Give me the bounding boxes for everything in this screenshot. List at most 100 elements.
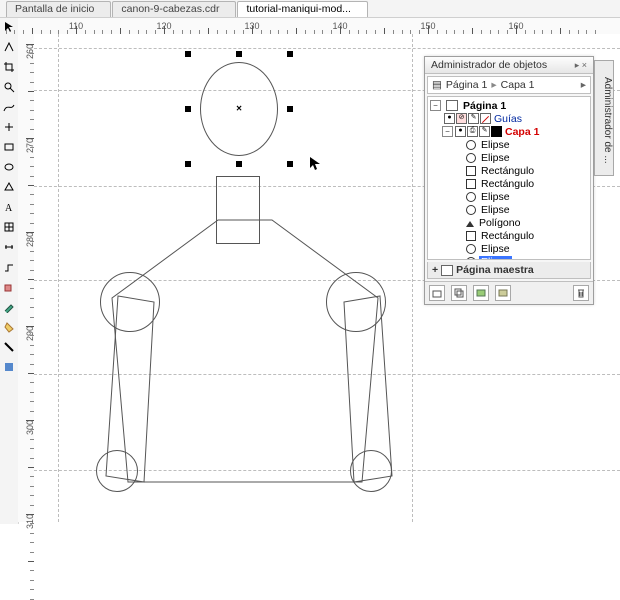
new-master-layer-button[interactable] — [451, 285, 467, 301]
interactive-fill-tool[interactable] — [2, 360, 16, 374]
guide-horizontal[interactable] — [34, 48, 620, 49]
delete-button[interactable] — [573, 285, 589, 301]
selection-handle[interactable] — [185, 161, 191, 167]
tree-object-label: Rectángulo — [479, 178, 536, 190]
fill-tool[interactable] — [2, 320, 16, 334]
docker-close-icon[interactable]: ▸ × — [575, 60, 587, 71]
ellipse-icon — [466, 140, 476, 150]
tree-object-label: Elipse — [479, 204, 512, 216]
selection-handle[interactable] — [236, 51, 242, 57]
printable-icon[interactable]: ⎙ — [467, 126, 478, 137]
tree-toggle-icon[interactable]: − — [442, 126, 453, 137]
tree-object[interactable]: Elipse — [428, 203, 590, 216]
tree-object[interactable]: Elipse — [428, 255, 590, 260]
outline-tool[interactable] — [2, 340, 16, 354]
rectangle-tool[interactable] — [2, 140, 16, 154]
printable-icon[interactable]: ⊘ — [456, 113, 467, 124]
tree-toggle-icon[interactable]: − — [430, 100, 441, 111]
selection-handle[interactable] — [287, 51, 293, 57]
connector-tool[interactable] — [2, 260, 16, 274]
tree-layer-guides[interactable]: ● ⊘ ✎ Guías — [428, 112, 590, 125]
shape-ellipse-left-elbow[interactable] — [96, 450, 138, 492]
tree-object-label: Elipse — [479, 139, 512, 151]
shape-ellipse-right-elbow[interactable] — [350, 450, 392, 492]
rectangle-icon — [466, 231, 476, 241]
docker-title-bar[interactable]: Administrador de objetos ▸ × — [425, 57, 593, 74]
tree-object[interactable]: Elipse — [428, 151, 590, 164]
tab-tutorial[interactable]: tutorial-maniqui-mod... — [237, 1, 367, 17]
layer-options-button[interactable] — [473, 285, 489, 301]
tree-object[interactable]: Rectángulo — [428, 229, 590, 242]
tree-object[interactable]: Elipse — [428, 190, 590, 203]
ellipse-icon — [466, 257, 476, 261]
smart-tool[interactable] — [2, 120, 16, 134]
selection-handle[interactable] — [236, 161, 242, 167]
effects-tool[interactable] — [2, 280, 16, 294]
tree-object[interactable]: Elipse — [428, 242, 590, 255]
table-tool[interactable] — [2, 220, 16, 234]
layer-color-icon[interactable] — [480, 113, 491, 124]
breadcrumb-separator: ▸ — [491, 79, 496, 91]
breadcrumb-page: Página 1 — [446, 79, 487, 91]
mouse-cursor-icon — [309, 156, 323, 172]
shape-ellipse-head[interactable] — [200, 62, 278, 156]
tree-toggle-icon[interactable]: + — [432, 264, 438, 276]
tree-page-label: Página 1 — [461, 100, 508, 112]
editable-icon[interactable]: ✎ — [479, 126, 490, 137]
tree-object-label: Elipse — [479, 191, 512, 203]
ruler-label: 120 — [156, 21, 171, 31]
ruler-horizontal: 100110120130140150160 — [18, 18, 620, 35]
ruler-vertical: 260270280290300310 — [18, 34, 35, 522]
ellipse-tool[interactable] — [2, 160, 16, 174]
crop-tool[interactable] — [2, 60, 16, 74]
ellipse-icon — [466, 205, 476, 215]
text-tool[interactable]: A — [2, 200, 16, 214]
zoom-tool[interactable] — [2, 80, 16, 94]
tree-layer-capa1[interactable]: − ● ⎙ ✎ Capa 1 — [428, 125, 590, 138]
tree-master-page[interactable]: + Página maestra — [427, 262, 591, 279]
docker-side-tab[interactable]: Administrador de ... — [594, 60, 614, 176]
tree-master-page-label: Página maestra — [456, 264, 534, 276]
tree-object[interactable]: Rectángulo — [428, 164, 590, 177]
tree-page[interactable]: − Página 1 — [428, 99, 590, 112]
tree-object[interactable]: Rectángulo — [428, 177, 590, 190]
tree-object-label: Polígono — [477, 217, 522, 229]
polygon-tool[interactable] — [2, 180, 16, 194]
ruler-label: 160 — [508, 21, 523, 31]
tree-object-label: Rectángulo — [479, 230, 536, 242]
layer-more-button[interactable] — [495, 285, 511, 301]
svg-text:A: A — [5, 203, 13, 213]
visibility-icon[interactable]: ● — [444, 113, 455, 124]
eyedropper-tool[interactable] — [2, 300, 16, 314]
tree-object[interactable]: Elipse — [428, 138, 590, 151]
tab-start[interactable]: Pantalla de inicio — [6, 1, 111, 17]
page-icon — [446, 100, 458, 111]
breadcrumb-more-icon[interactable]: ▸ — [581, 79, 586, 91]
tree-object[interactable]: Polígono — [428, 216, 590, 229]
toolbox: A — [0, 18, 19, 524]
new-layer-button[interactable] — [429, 285, 445, 301]
guide-vertical[interactable] — [412, 34, 413, 522]
object-tree: − Página 1 ● ⊘ ✎ Guías − ● ⎙ ✎ Capa 1 El… — [427, 96, 591, 260]
page-icon — [441, 265, 453, 276]
selection-handle[interactable] — [287, 161, 293, 167]
guide-vertical[interactable] — [58, 34, 59, 522]
ruler-label: 110 — [69, 21, 83, 31]
docker-breadcrumb[interactable]: ▤ Página 1 ▸ Capa 1 ▸ — [427, 76, 591, 94]
file-tabs-bar: Pantalla de inicio canon-9-cabezas.cdr t… — [0, 0, 620, 18]
shape-tool[interactable] — [2, 40, 16, 54]
ruler-label: 130 — [244, 21, 259, 31]
dimension-tool[interactable] — [2, 240, 16, 254]
editable-icon[interactable]: ✎ — [468, 113, 479, 124]
selection-handle[interactable] — [185, 106, 191, 112]
ellipse-icon — [466, 153, 476, 163]
layer-color-icon[interactable] — [491, 126, 502, 137]
selection-handle[interactable] — [185, 51, 191, 57]
selection-handle[interactable] — [287, 106, 293, 112]
rectangle-icon — [466, 166, 476, 176]
tree-object-label: Elipse — [479, 256, 512, 261]
tree-object-label: Elipse — [479, 243, 512, 255]
visibility-icon[interactable]: ● — [455, 126, 466, 137]
freehand-tool[interactable] — [2, 100, 16, 114]
tab-canon[interactable]: canon-9-cabezas.cdr — [112, 1, 236, 17]
